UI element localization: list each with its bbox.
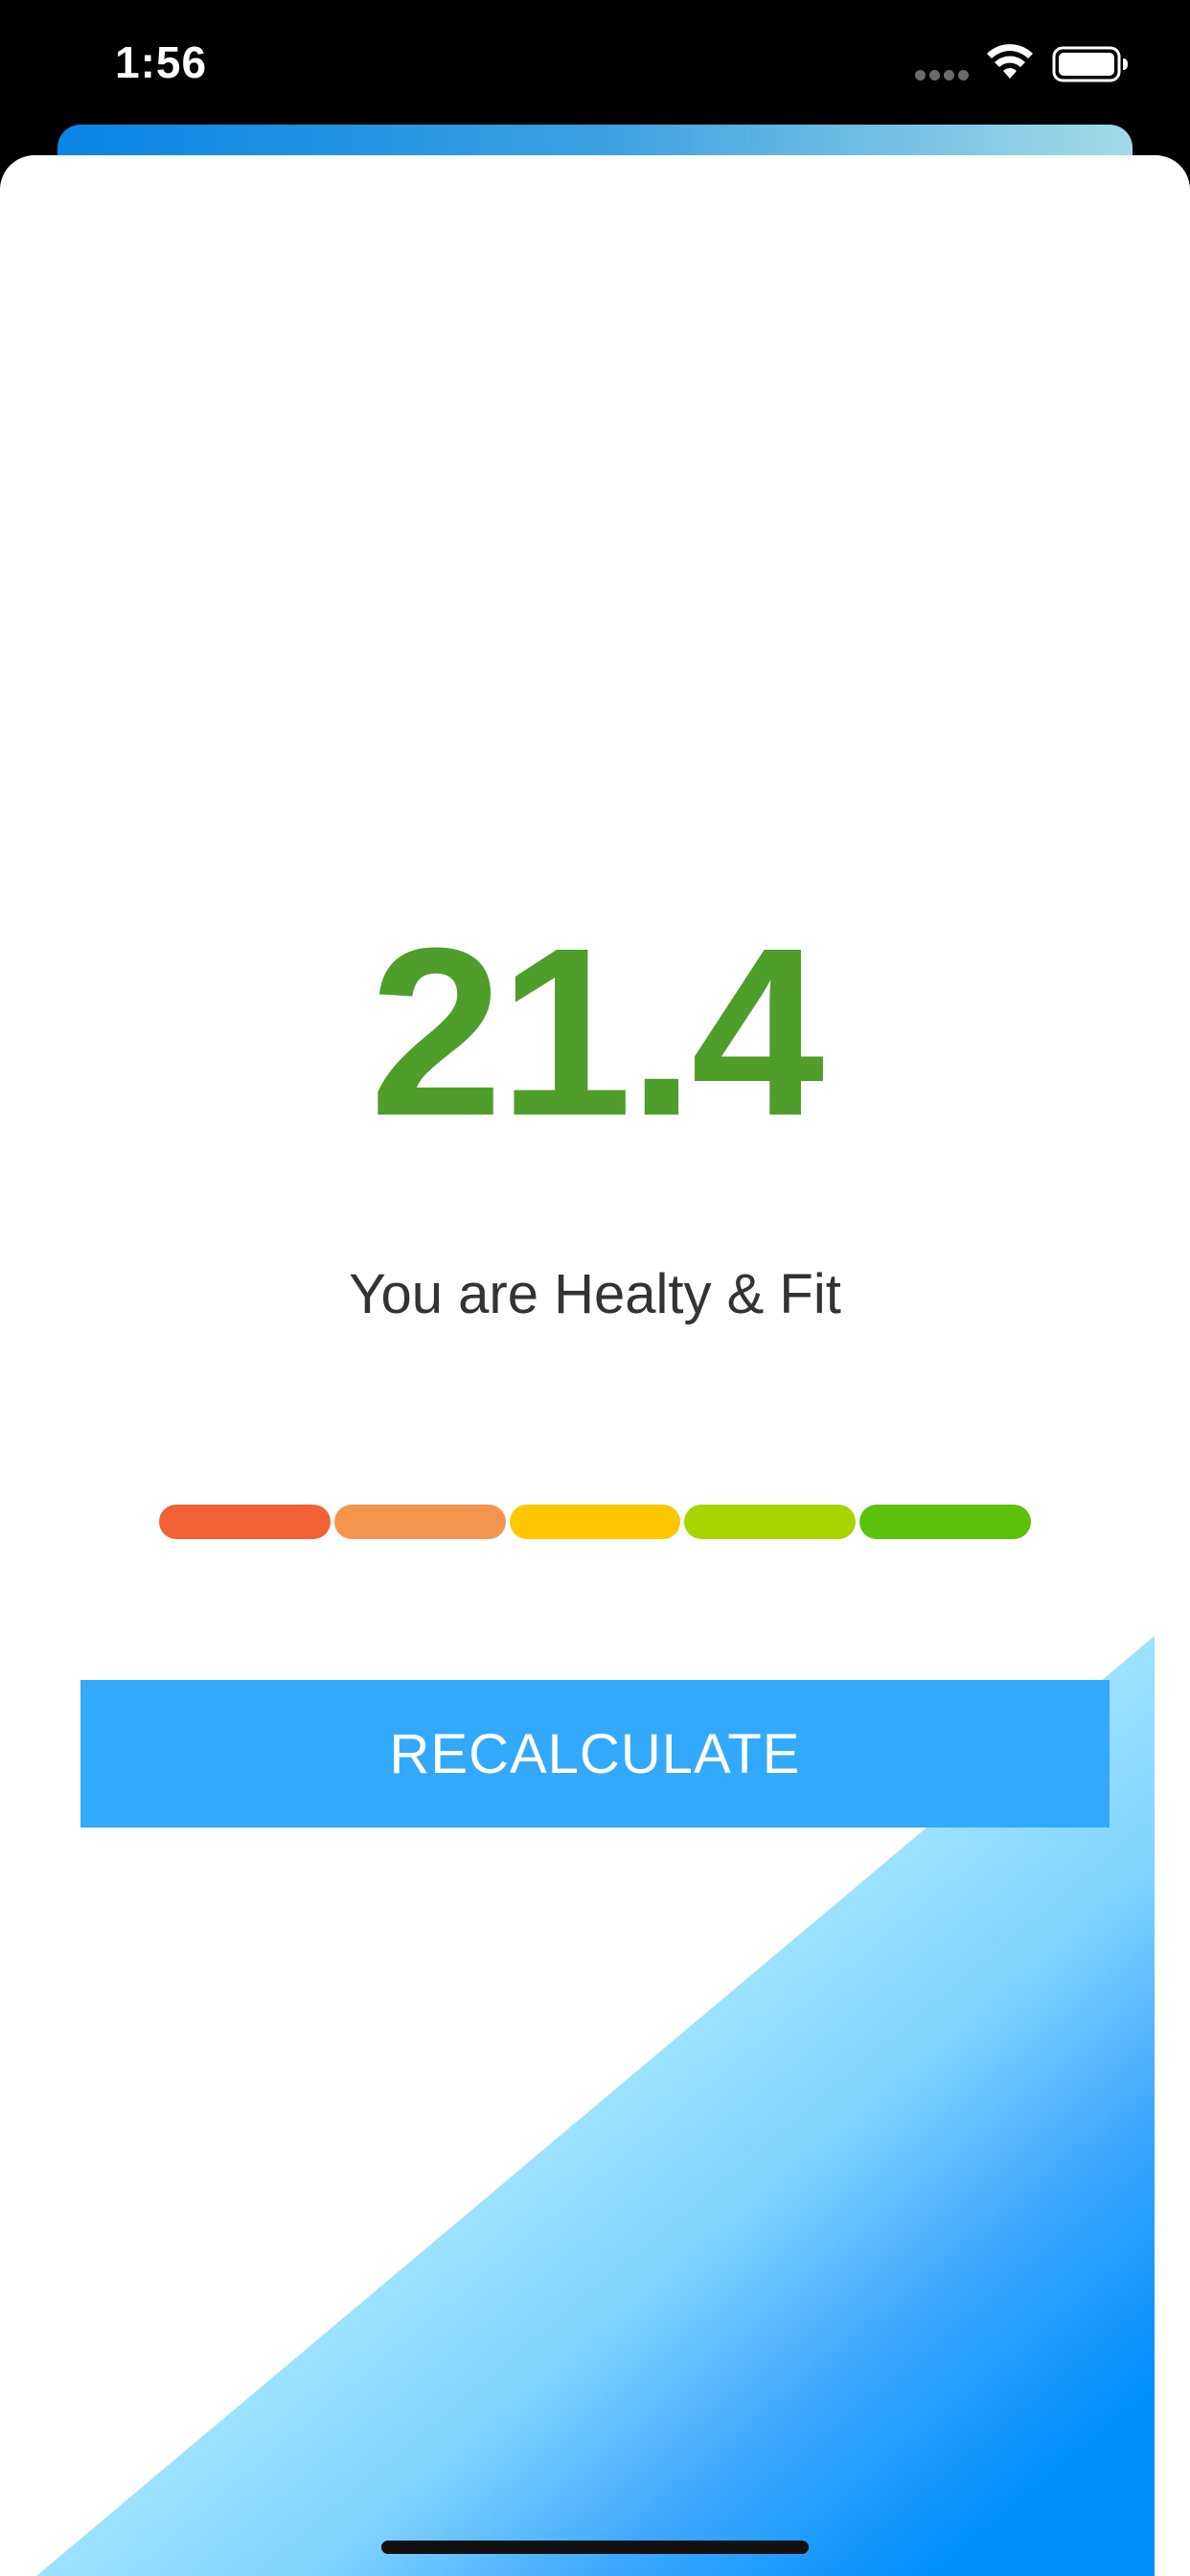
bmi-message: You are Healty & Fit bbox=[349, 1263, 841, 1325]
scale-segment-mid bbox=[509, 1505, 681, 1539]
home-indicator bbox=[381, 2541, 809, 2554]
signal-dots-icon bbox=[915, 70, 969, 80]
scale-segment-normal bbox=[684, 1505, 857, 1539]
scale-segment-low bbox=[333, 1505, 506, 1539]
scale-segment-underweight bbox=[159, 1505, 331, 1539]
scale-segment-healthy bbox=[859, 1505, 1031, 1539]
status-bar: 1:56 bbox=[0, 0, 1190, 134]
status-time: 1:56 bbox=[115, 37, 208, 87]
bmi-scale bbox=[159, 1505, 1031, 1539]
recalculate-button[interactable]: RECALCULATE bbox=[80, 1680, 1110, 1828]
wifi-icon bbox=[987, 44, 1033, 79]
bmi-value: 21.4 bbox=[369, 898, 825, 1165]
result-sheet: 21.4 You are Healty & Fit RECALCULATE bbox=[0, 155, 1190, 2576]
decorative-gradient-wedge bbox=[36, 1636, 1155, 2576]
battery-icon bbox=[1052, 46, 1128, 82]
